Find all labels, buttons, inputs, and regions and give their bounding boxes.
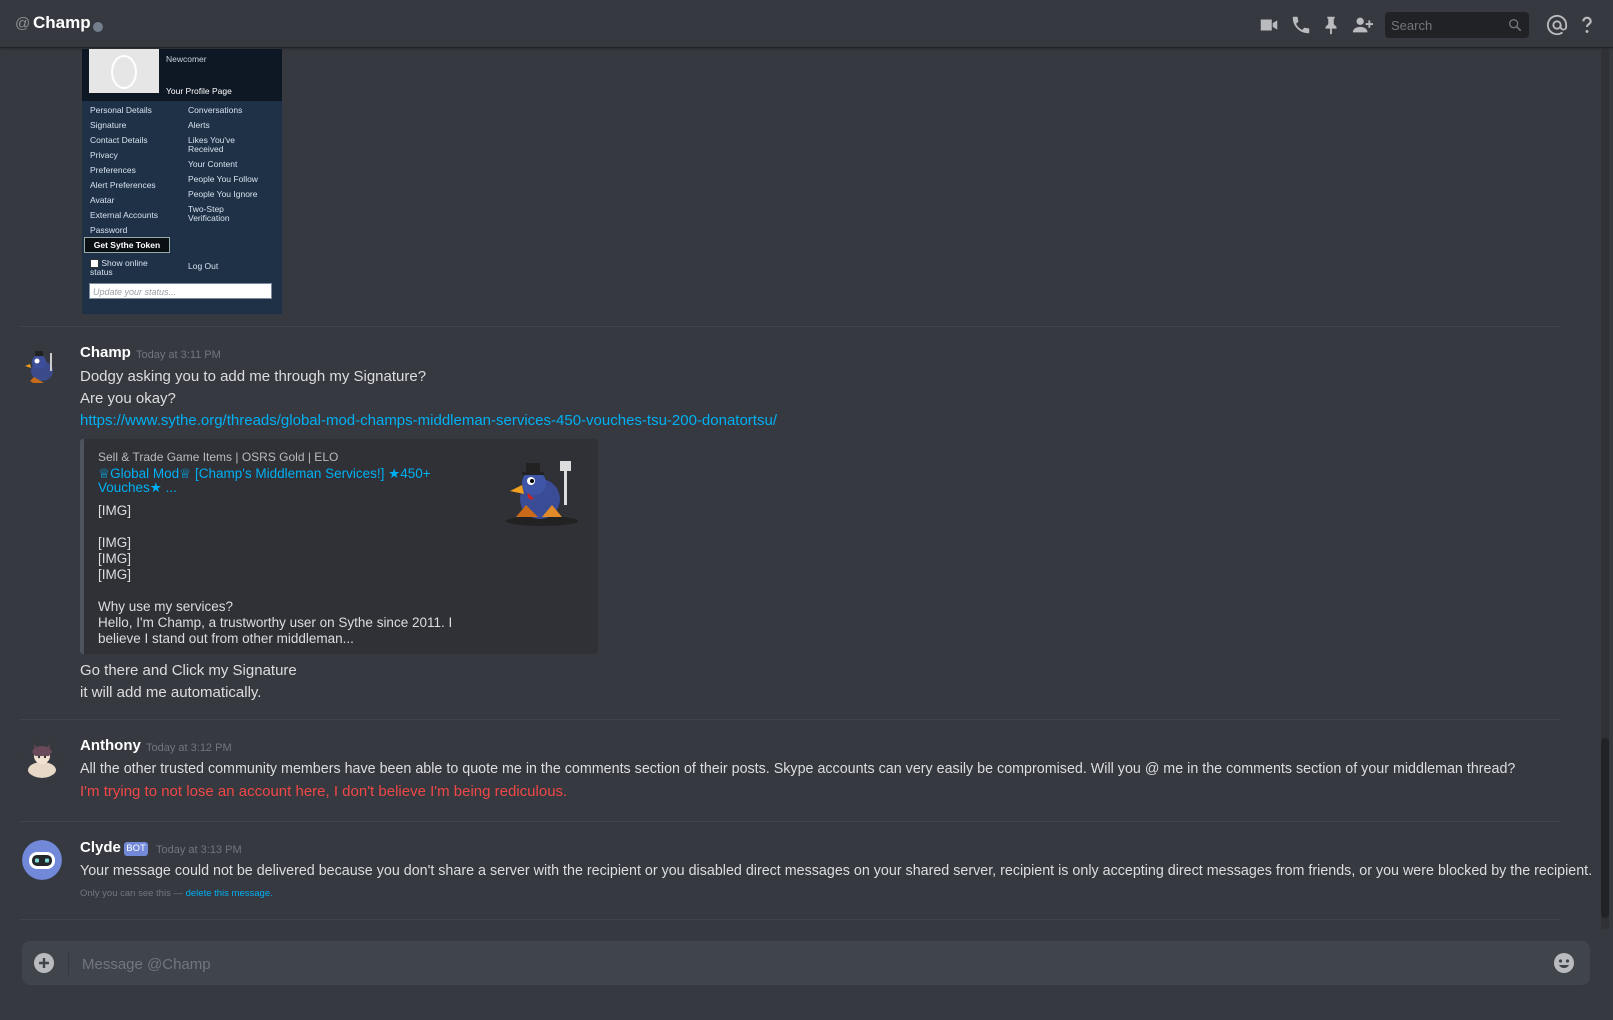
mention-icon[interactable]: [1546, 14, 1568, 36]
profile-page-link: Your Profile Page: [166, 86, 232, 96]
emoji-icon[interactable]: [1553, 952, 1575, 974]
profile-menu-item: Avatar: [90, 195, 115, 205]
search-box[interactable]: [1385, 12, 1529, 38]
help-icon[interactable]: [1576, 14, 1598, 36]
profile-menu-item: Privacy: [90, 150, 118, 160]
author-name[interactable]: Champ: [80, 344, 131, 361]
get-token-button: Get Sythe Token: [84, 237, 170, 253]
profile-screenshot-attachment[interactable]: Newcomer Your Profile Page Personal Deta…: [82, 49, 282, 314]
profile-menu-item: Personal Details: [90, 105, 152, 115]
scrollbar-thumb[interactable]: [1601, 738, 1609, 918]
bot-badge: BOT: [124, 842, 148, 856]
embed-provider: Sell & Trade Game Items | OSRS Gold | EL…: [98, 450, 339, 464]
author-name[interactable]: Clyde: [80, 839, 121, 856]
message-text: Dodgy asking you to add me through my Si…: [80, 368, 427, 385]
message-text-red: I'm trying to not lose an account here, …: [80, 783, 568, 800]
timestamp: Today at 3:11 PM: [136, 349, 221, 361]
profile-menu-item: Two-Step Verification: [188, 204, 230, 223]
profile-avatar: [89, 49, 159, 93]
profile-menu-item: Signature: [90, 120, 127, 130]
phone-icon[interactable]: [1290, 14, 1312, 36]
message-divider: [20, 719, 1560, 720]
profile-rank: Newcomer: [166, 54, 207, 64]
composer-separator: [68, 951, 69, 975]
profile-menu-item: Your Content: [188, 159, 238, 169]
ephemeral-note: Only you can see this — delete this mess…: [80, 888, 273, 899]
profile-menu-item: Contact Details: [90, 135, 148, 145]
timestamp: Today at 3:12 PM: [146, 742, 232, 754]
pin-icon[interactable]: [1320, 14, 1342, 36]
avatar[interactable]: [22, 345, 62, 385]
message-text: All the other trusted community members …: [80, 761, 1516, 777]
profile-menu-item: People You Follow: [188, 174, 258, 184]
message-text: Your message could not be delivered beca…: [80, 863, 1593, 879]
embed-thumbnail[interactable]: [502, 447, 582, 527]
at-symbol: @: [15, 15, 31, 32]
ephemeral-text: Only you can see this —: [80, 888, 183, 899]
show-online-checkbox: Show online status: [90, 258, 170, 278]
show-online-label: Show online status: [90, 258, 148, 278]
message-composer: [22, 941, 1590, 987]
channel-header: @ Champ: [0, 0, 1613, 48]
message-divider: [20, 821, 1560, 822]
profile-header: Newcomer Your Profile Page: [82, 49, 282, 101]
profile-menu-item: Alerts: [188, 120, 210, 130]
channel-title: Champ: [33, 13, 91, 32]
embed-description: [IMG] [IMG] [IMG] [IMG] Why use my servi…: [98, 503, 453, 646]
avatar[interactable]: [22, 738, 62, 778]
message-divider: [20, 919, 1560, 920]
embed-title-link[interactable]: ♕Global Mod♕ [Champ's Middleman Services…: [98, 467, 468, 495]
clyde-avatar[interactable]: [22, 840, 62, 880]
logout-link: Log Out: [188, 261, 219, 271]
message-text: Are you okay?: [80, 390, 176, 407]
profile-menu-item: Alert Preferences: [90, 180, 156, 190]
author-name[interactable]: Anthony: [80, 737, 141, 754]
profile-menu-right: Conversations Alerts Likes You've Receiv…: [188, 106, 258, 229]
message-text: it will add me automatically.: [80, 684, 262, 701]
status-dot: [93, 22, 103, 32]
message-text: Go there and Click my Signature: [80, 662, 297, 679]
profile-menu-item: External Accounts: [90, 210, 159, 220]
message-link[interactable]: https://www.sythe.org/threads/global-mod…: [80, 412, 777, 429]
search-icon[interactable]: [1507, 17, 1523, 33]
message-divider: [20, 326, 1560, 327]
timestamp: Today at 3:13 PM: [156, 844, 242, 856]
message-list[interactable]: Newcomer Your Profile Page Personal Deta…: [0, 49, 1600, 929]
profile-menu-left: Personal Details Signature Contact Detai…: [90, 106, 158, 241]
search-input[interactable]: [1385, 12, 1515, 38]
profile-menu-item: People You Ignore: [188, 189, 258, 199]
status-update-field: Update your status...: [89, 283, 272, 299]
message-input[interactable]: [80, 941, 1544, 987]
profile-menu-item: Conversations: [188, 105, 243, 115]
profile-menu-item: Likes You've Received: [188, 135, 235, 154]
profile-menu-item: Preferences: [90, 165, 136, 175]
delete-message-link[interactable]: delete this message.: [186, 888, 273, 899]
add-friend-icon[interactable]: [1351, 14, 1373, 36]
profile-menu-item: Password: [90, 225, 128, 235]
upload-plus-icon[interactable]: [34, 953, 54, 973]
video-camera-icon[interactable]: [1258, 14, 1280, 36]
link-embed: Sell & Trade Game Items | OSRS Gold | EL…: [80, 439, 598, 654]
